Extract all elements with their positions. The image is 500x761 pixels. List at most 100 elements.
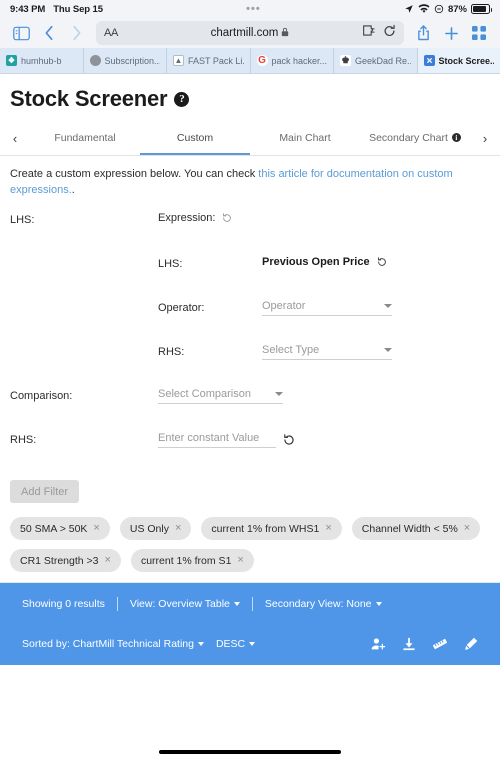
row-inner-lhs: LHS: Previous Open Price: [10, 256, 490, 300]
reset-arrow-icon[interactable]: [222, 213, 232, 223]
browser-tab[interactable]: G pack hacker...: [251, 48, 334, 73]
view-selector[interactable]: View: Overview Table: [130, 598, 240, 610]
close-icon[interactable]: ×: [175, 523, 181, 534]
inner-lhs-value[interactable]: Previous Open Price: [262, 256, 370, 268]
sort-direction-label: DESC: [215, 638, 246, 650]
pencil-icon[interactable]: [464, 637, 478, 651]
inner-lhs-label: LHS:: [158, 258, 183, 270]
tab-grid-icon[interactable]: [466, 21, 492, 45]
nav-next-arrow-icon[interactable]: ›: [470, 122, 500, 155]
address-bar[interactable]: AA chartmill.com: [96, 21, 404, 45]
results-line-2: Sorted by: ChartMill Technical Rating DE…: [22, 637, 478, 651]
info-icon[interactable]: i: [451, 133, 461, 142]
reload-icon[interactable]: [383, 24, 396, 43]
battery-icon: [471, 4, 492, 14]
back-button[interactable]: [36, 21, 62, 45]
results-toolbar: Showing 0 results View: Overview Table S…: [0, 583, 500, 665]
url-text: chartmill.com: [210, 27, 279, 39]
tab-fundamental[interactable]: Fundamental: [30, 122, 140, 155]
rhs-inner-label: RHS:: [158, 346, 185, 358]
close-icon[interactable]: ×: [93, 523, 99, 534]
close-icon[interactable]: ×: [464, 523, 470, 534]
operator-value: Operator: [262, 300, 306, 312]
wifi-icon: [418, 4, 430, 14]
chevron-down-icon: [384, 348, 392, 352]
sort-direction-selector[interactable]: DESC: [215, 638, 256, 650]
chevron-down-icon: [384, 304, 392, 308]
tab-label: humhub-b: [21, 55, 62, 66]
close-icon[interactable]: ×: [105, 555, 111, 566]
tab-strip: ❖ humhub-b Subscription... ▲ FAST Pack L…: [0, 48, 500, 74]
tab-main-chart[interactable]: Main Chart: [250, 122, 360, 155]
battery-percent: 87%: [447, 3, 467, 15]
filter-chip[interactable]: CR1 Strength >3 ×: [10, 549, 121, 572]
divider: [251, 597, 253, 611]
nav-prev-arrow-icon[interactable]: ‹: [0, 122, 30, 155]
tab-label: pack hacker...: [271, 55, 328, 66]
description-before: Create a custom expression below. You ca…: [10, 168, 259, 180]
browser-tab[interactable]: Subscription...: [84, 48, 167, 73]
geekdad-favicon: ♚: [340, 55, 351, 66]
share-icon[interactable]: [410, 21, 436, 45]
chevron-down-icon: [197, 642, 204, 646]
filter-chip[interactable]: 50 SMA > 50K ×: [10, 517, 110, 540]
status-dots: •••: [246, 3, 261, 15]
help-icon[interactable]: ?: [174, 91, 190, 107]
comparison-select[interactable]: Select Comparison: [158, 388, 283, 404]
humhub-favicon: ❖: [6, 55, 17, 66]
comparison-value: Select Comparison: [158, 388, 251, 400]
browser-tab[interactable]: ♚ GeekDad Re...: [334, 48, 418, 73]
subscription-favicon: [89, 55, 101, 66]
chip-label: current 1% from S1: [140, 554, 232, 567]
row-rhs-inner: RHS: Select Type: [10, 344, 490, 388]
browser-tab-active[interactable]: Stock Scree...: [417, 48, 500, 73]
rhs-type-select[interactable]: Select Type: [262, 344, 392, 360]
chip-label: CR1 Strength >3: [20, 554, 99, 567]
sort-selector[interactable]: Sorted by: ChartMill Technical Rating: [22, 638, 204, 650]
chevron-down-icon: [375, 602, 382, 606]
chevron-down-icon: [233, 602, 240, 606]
nav-items: Fundamental Custom Main Chart Secondary …: [30, 122, 470, 155]
filter-chip[interactable]: US Only ×: [119, 517, 192, 540]
results-count: Showing 0 results: [22, 598, 105, 610]
add-user-icon[interactable]: [371, 637, 386, 651]
browser-tab[interactable]: ❖ humhub-b: [0, 48, 84, 73]
tab-label: Secondary Chart: [369, 131, 448, 144]
tab-custom[interactable]: Custom: [140, 122, 250, 155]
expression-label: Expression:: [158, 212, 216, 224]
tab-label: GeekDad Re...: [355, 55, 411, 66]
row-rhs: RHS: Enter constant Value: [10, 432, 490, 476]
fast-pack-favicon: ▲: [173, 55, 184, 66]
filter-chip[interactable]: current 1% from S1 ×: [130, 549, 254, 572]
rhs-constant-input[interactable]: Enter constant Value: [158, 432, 276, 448]
ruler-icon[interactable]: [432, 637, 448, 651]
reset-arrow-icon[interactable]: [283, 434, 295, 446]
browser-tab[interactable]: ▲ FAST Pack Li...: [167, 48, 251, 73]
new-tab-icon[interactable]: [438, 21, 464, 45]
secondary-view-label: Secondary View: None: [264, 598, 372, 610]
filter-chip[interactable]: Channel Width < 5% ×: [351, 517, 481, 540]
row-comparison: Comparison: Select Comparison: [10, 388, 490, 432]
tab-label: Stock Scree...: [438, 55, 495, 66]
tab-secondary-chart[interactable]: Secondary Chart i: [360, 122, 470, 155]
rhs-type-value: Select Type: [262, 344, 320, 356]
row-operator: Operator: Operator: [10, 300, 490, 344]
operator-select[interactable]: Operator: [262, 300, 392, 316]
tab-label: Subscription...: [104, 55, 161, 66]
custom-expression-form: LHS: Expression: LHS: Previous Open Pric…: [0, 198, 500, 476]
tab-label: Main Chart: [279, 131, 331, 144]
puzzle-piece-icon[interactable]: [362, 24, 377, 42]
close-icon[interactable]: ×: [325, 523, 331, 534]
filter-chip[interactable]: current 1% from WHS1 ×: [201, 517, 342, 540]
secondary-view-selector[interactable]: Secondary View: None: [265, 598, 382, 610]
download-icon[interactable]: [402, 637, 416, 651]
reset-arrow-icon[interactable]: [377, 257, 387, 267]
expression-group: Expression:: [158, 212, 232, 224]
location-arrow-icon: [404, 4, 414, 14]
web-page: Stock Screener ? ‹ Fundamental Custom Ma…: [0, 74, 500, 743]
close-icon[interactable]: ×: [237, 555, 243, 566]
tab-label: Fundamental: [54, 131, 116, 144]
tab-label: FAST Pack Li...: [188, 55, 244, 66]
add-filter-button[interactable]: Add Filter: [10, 480, 80, 503]
sidebar-icon[interactable]: [8, 21, 34, 45]
